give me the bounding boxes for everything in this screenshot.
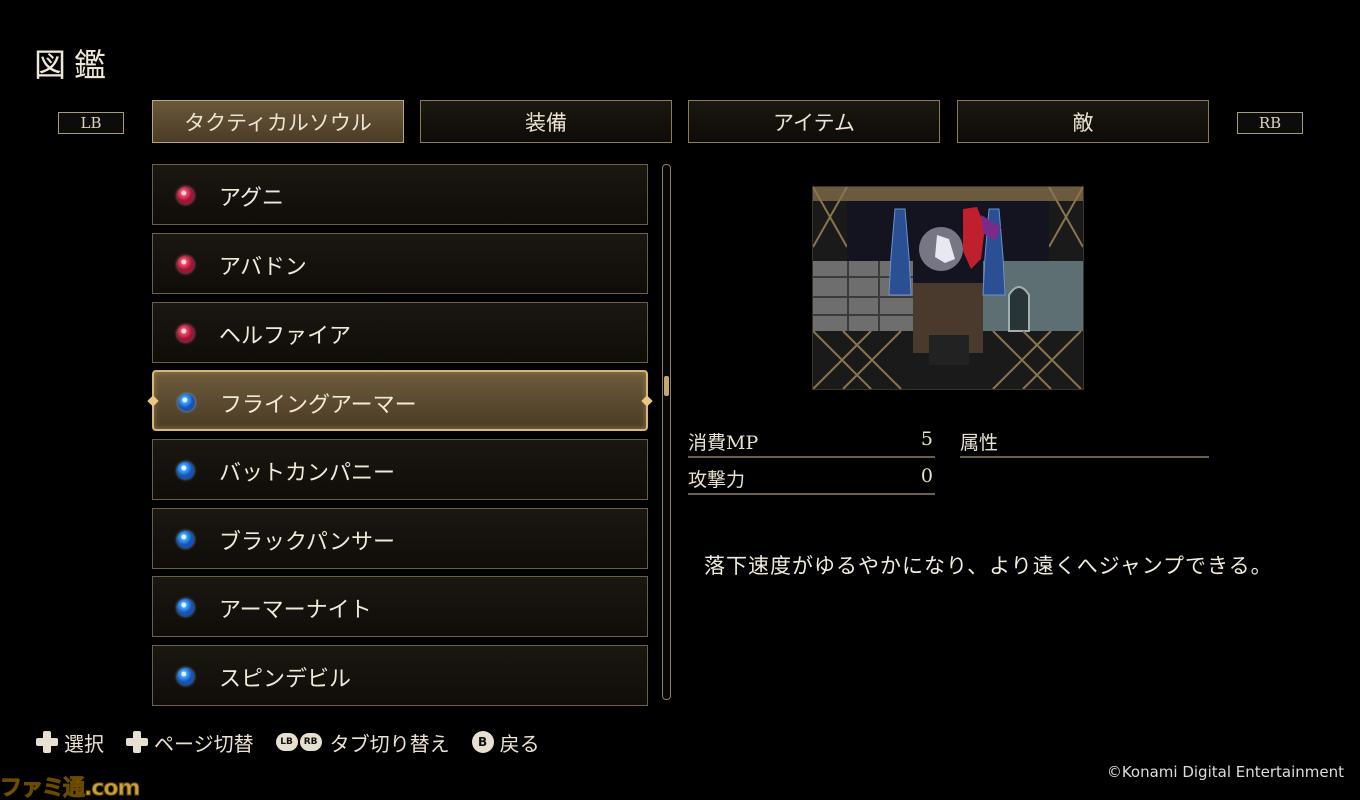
blue-gem-icon xyxy=(177,462,194,479)
soul-name: フライングアーマー xyxy=(220,393,417,418)
soul-item-flying-armor[interactable]: フライングアーマー xyxy=(147,370,653,431)
red-gem-icon xyxy=(177,256,194,273)
soul-item-abaddon[interactable]: アバドン xyxy=(152,233,648,294)
page-title: 図鑑 xyxy=(34,46,115,84)
famitsu-watermark-logo: ファミ通.com xyxy=(0,776,141,800)
attack-row: 攻撃力 0 xyxy=(688,461,935,495)
soul-item-black-panther[interactable]: ブラックパンサー xyxy=(152,508,648,569)
dpad-icon xyxy=(126,731,148,753)
hint-back: B 戻る xyxy=(471,728,540,757)
tab-equipment[interactable]: 装備 xyxy=(420,100,672,143)
lb-glyph-icon: LB xyxy=(275,733,298,751)
red-gem-icon xyxy=(177,187,194,204)
scrollbar-thumb[interactable] xyxy=(664,376,669,396)
soul-name: バットカンパニー xyxy=(219,461,396,486)
selection-marker-right xyxy=(641,395,653,407)
red-gem-icon xyxy=(177,325,194,342)
rb-button[interactable]: RB xyxy=(1237,112,1303,134)
hint-tab-switch: LB RB タブ切り替え xyxy=(275,728,450,757)
hint-page-switch: ページ切替 xyxy=(126,728,254,757)
attack-label: 攻撃力 xyxy=(688,469,746,491)
soul-item-bat-company[interactable]: バットカンパニー xyxy=(152,439,648,500)
soul-name: アグニ xyxy=(219,186,284,211)
blue-gem-icon xyxy=(178,394,195,411)
rb-glyph-icon: RB xyxy=(299,733,322,751)
blue-gem-icon xyxy=(177,668,194,685)
tab-items[interactable]: アイテム xyxy=(688,100,940,143)
tab-tactical-soul[interactable]: タクティカルソウル xyxy=(152,100,404,143)
b-button-icon: B xyxy=(471,731,494,753)
blue-gem-icon xyxy=(177,531,194,548)
soul-item-agni[interactable]: アグニ xyxy=(152,164,648,225)
mp-cost-value: 5 xyxy=(920,428,933,450)
soul-name: アーマーナイト xyxy=(219,598,372,623)
soul-description: 落下速度がゆるやかになり、より遠くへジャンプできる。 xyxy=(704,554,1273,578)
soul-item-spin-devil[interactable]: スピンデビル xyxy=(152,645,648,706)
tab-enemies[interactable]: 敵 xyxy=(957,100,1209,143)
lb-button[interactable]: LB xyxy=(58,112,124,134)
soul-name: ブラックパンサー xyxy=(219,530,396,555)
control-hints: 選択 ページ切替 LB RB タブ切り替え B 戻る xyxy=(36,728,562,757)
soul-name: アバドン xyxy=(219,255,307,280)
hint-select: 選択 xyxy=(36,728,104,757)
copyright-notice: ©Konami Digital Entertainment xyxy=(1106,763,1344,781)
soul-item-hellfire[interactable]: ヘルファイア xyxy=(152,302,648,363)
attack-value: 0 xyxy=(920,465,933,487)
selection-marker-left xyxy=(147,395,159,407)
attribute-label: 属性 xyxy=(960,432,999,454)
dpad-icon xyxy=(36,731,58,753)
blue-gem-icon xyxy=(177,599,194,616)
attribute-row: 属性 xyxy=(960,424,1209,458)
soul-name: スピンデビル xyxy=(219,667,352,692)
mp-cost-label: 消費MP xyxy=(688,432,759,454)
soul-preview-image xyxy=(812,186,1084,390)
soul-name: ヘルファイア xyxy=(219,324,352,349)
list-scrollbar[interactable] xyxy=(662,164,671,700)
soul-item-armor-knight[interactable]: アーマーナイト xyxy=(152,576,648,637)
mp-cost-row: 消費MP 5 xyxy=(688,424,935,458)
